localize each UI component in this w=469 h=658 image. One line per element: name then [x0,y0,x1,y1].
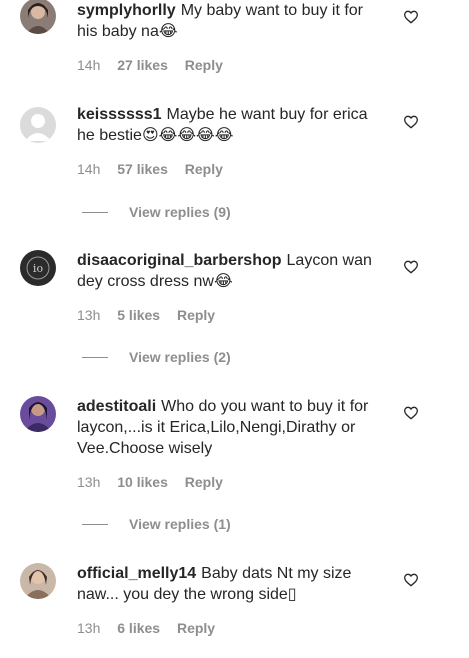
comment-text: keissssss1 Maybe he want buy for erica he… [77,104,377,146]
comment-username[interactable]: symplyhorlly [77,2,176,19]
comment-text: disaacoriginal_barbershop Laycon wan dey … [77,250,377,292]
svg-text:io: io [33,262,44,275]
comment-username[interactable]: official_melly14 [77,565,196,582]
comment-time: 14h [77,57,101,73]
avatar[interactable] [20,107,56,143]
comment-text: adestitoali Who do you want to buy it for… [77,396,377,459]
view-replies-label[interactable]: View replies (2) [129,349,231,365]
reply-button[interactable]: Reply [185,474,223,490]
comment-meta: 13h 10 likes Reply [77,473,377,491]
comment-time: 14h [77,161,101,177]
heart-icon[interactable] [403,114,419,130]
heart-icon[interactable] [403,9,419,25]
reply-button[interactable]: Reply [177,620,215,636]
comment-time: 13h [77,620,101,636]
avatar[interactable] [20,563,56,599]
view-replies-label[interactable]: View replies (1) [129,516,231,532]
comment-username[interactable]: disaacoriginal_barbershop [77,252,282,269]
avatar[interactable]: io [20,250,56,286]
comment-text: official_melly14 Baby dats Nt my size naw… [77,563,377,605]
view-replies-button[interactable]: View replies (1) [82,515,231,533]
view-replies-button[interactable]: View replies (2) [82,348,231,366]
comment-likes[interactable]: 10 likes [117,474,168,490]
comment-likes[interactable]: 6 likes [117,620,160,636]
heart-icon[interactable] [403,405,419,421]
heart-icon[interactable] [403,572,419,588]
comment-likes[interactable]: 5 likes [117,307,160,323]
reply-button[interactable]: Reply [177,307,215,323]
reply-button[interactable]: Reply [185,161,223,177]
comment-text: symplyhorlly My baby want to buy it for h… [77,0,377,42]
comment-meta: 13h 6 likes Reply [77,619,377,637]
avatar[interactable] [20,0,56,34]
comment-username[interactable]: keissssss1 [77,106,162,123]
view-replies-button[interactable]: View replies (9) [82,203,231,221]
comment-meta: 14h 27 likes Reply [77,56,377,74]
comment-meta: 14h 57 likes Reply [77,160,377,178]
replies-divider [82,211,108,213]
comment-meta: 13h 5 likes Reply [77,306,377,324]
replies-divider [82,356,108,358]
comment-likes[interactable]: 57 likes [117,161,168,177]
comment-likes[interactable]: 27 likes [117,57,168,73]
reply-button[interactable]: Reply [185,57,223,73]
avatar[interactable] [20,396,56,432]
comment-time: 13h [77,474,101,490]
view-replies-label[interactable]: View replies (9) [129,204,231,220]
comment-time: 13h [77,307,101,323]
replies-divider [82,523,108,525]
comment-username[interactable]: adestitoali [77,398,156,415]
heart-icon[interactable] [403,259,419,275]
comments-feed: symplyhorlly My baby want to buy it for h… [0,0,469,658]
